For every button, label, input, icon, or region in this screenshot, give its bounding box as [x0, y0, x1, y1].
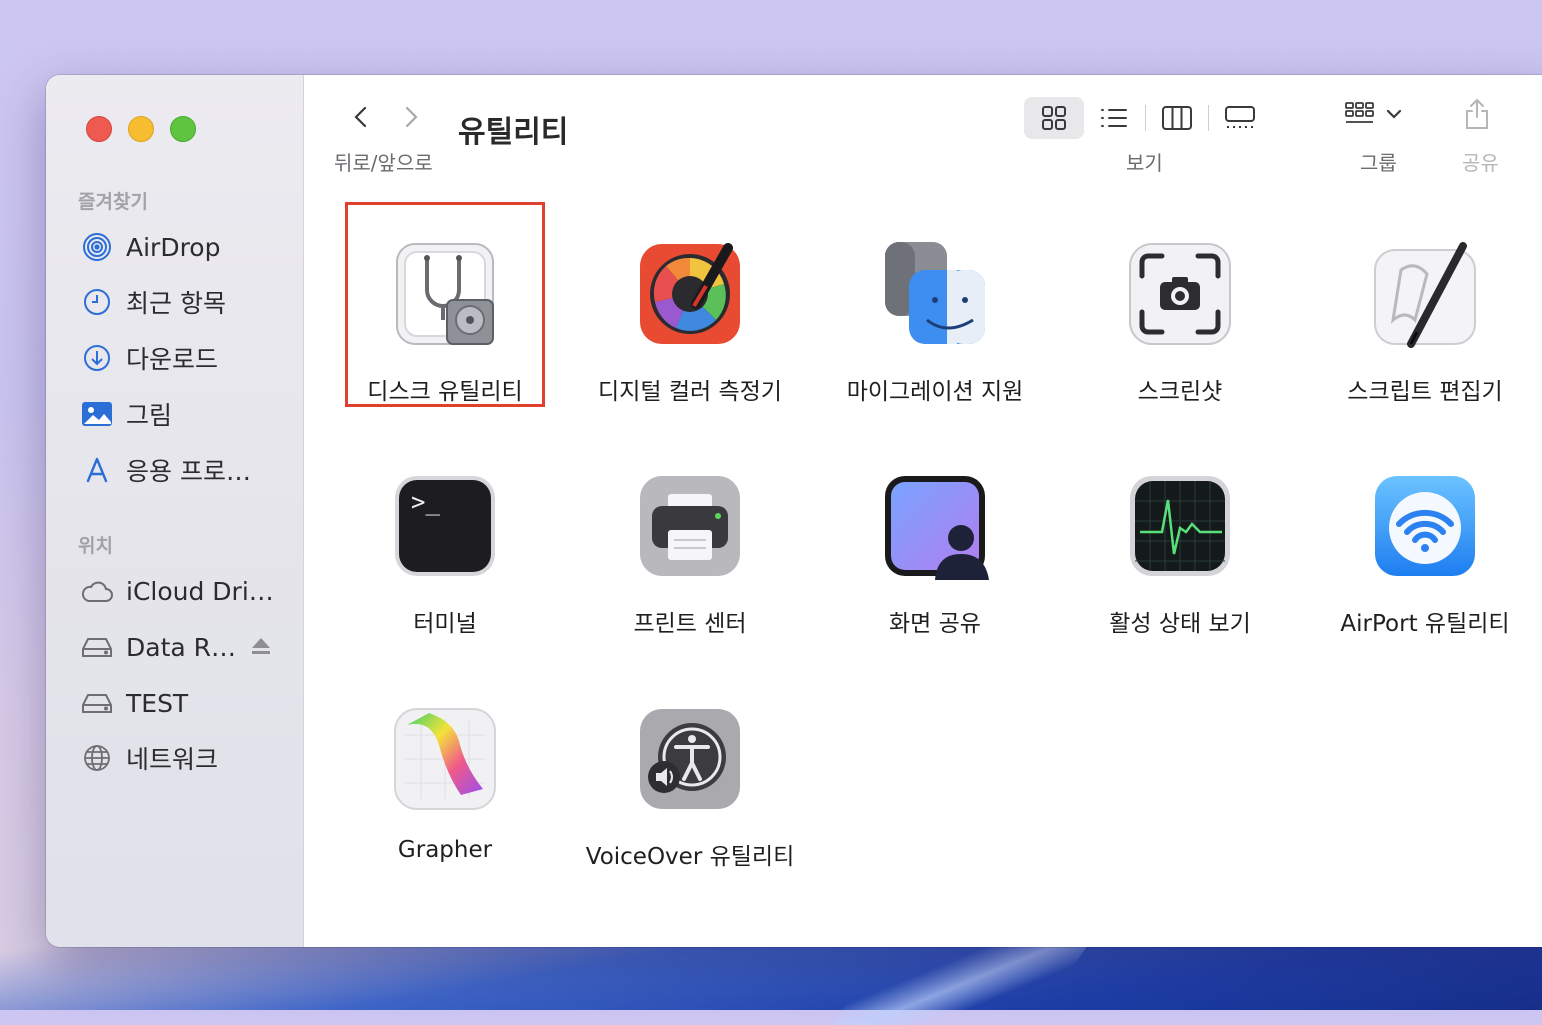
locations-section-title: 위치 — [78, 535, 113, 557]
migration-assistant-icon — [881, 240, 989, 348]
sidebar-item-pictures[interactable]: 그림 — [80, 394, 172, 434]
sidebar-item-applications[interactable]: 응용 프로… — [80, 450, 251, 490]
window-title: 유틸리티 — [458, 115, 569, 150]
digital-color-meter-icon — [636, 240, 744, 348]
share-label: 공유 — [1462, 151, 1499, 175]
sidebar-item-label: iCloud Dri… — [126, 576, 274, 606]
activity-monitor-icon — [1126, 472, 1234, 580]
app-airport-utility[interactable]: AirPort 유틸리티 — [1305, 472, 1542, 638]
sidebar-item-recents[interactable]: 최근 항목 — [80, 282, 226, 322]
disk-utility-icon — [391, 240, 499, 348]
app-label: 디스크 유틸리티 — [367, 379, 523, 405]
voiceover-utility-icon — [636, 705, 744, 813]
drive-icon — [80, 630, 114, 664]
drive-icon — [80, 686, 114, 720]
close-button[interactable] — [86, 116, 112, 142]
app-digital-color-meter[interactable]: 디지털 컬러 측정기 — [570, 240, 810, 406]
cloud-icon — [80, 574, 114, 608]
sidebar-item-label: TEST — [126, 688, 189, 718]
back-button[interactable] — [346, 102, 376, 132]
clock-icon — [80, 285, 114, 319]
app-voiceover-utility[interactable]: VoiceOver 유틸리티 — [570, 705, 810, 871]
script-editor-icon — [1371, 240, 1479, 348]
airdrop-icon — [80, 230, 114, 264]
app-print-center[interactable]: 프린트 센터 — [570, 472, 810, 638]
nav-label: 뒤로/앞으로 — [334, 151, 433, 175]
app-grapher[interactable]: Grapher — [325, 705, 565, 863]
toolbar-divider — [1208, 105, 1209, 131]
share-icon — [1466, 98, 1488, 129]
sidebar-item-test[interactable]: TEST — [80, 683, 188, 723]
app-label: 터미널 — [413, 611, 477, 637]
column-view-button[interactable] — [1147, 97, 1207, 139]
icon-view-button[interactable] — [1024, 97, 1084, 139]
app-screenshot[interactable]: 스크린샷 — [1060, 240, 1300, 406]
share-button[interactable] — [1462, 97, 1492, 135]
view-label: 보기 — [1126, 151, 1163, 175]
sidebar-item-downloads[interactable]: 다운로드 — [80, 338, 218, 378]
sidebar-item-label: AirDrop — [126, 232, 221, 262]
app-label: 디지털 컬러 측정기 — [598, 379, 782, 405]
favorites-section-title: 즐겨찾기 — [78, 191, 148, 213]
sidebar-item-label: 그림 — [126, 401, 173, 430]
network-icon — [80, 741, 114, 775]
sidebar-item-label: Data R… — [126, 632, 237, 662]
app-screen-sharing[interactable]: 화면 공유 — [815, 472, 1055, 638]
chevron-down-icon — [1386, 109, 1402, 119]
app-disk-utility[interactable]: 디스크 유틸리티 — [325, 240, 565, 406]
terminal-icon: >_ — [391, 472, 499, 580]
app-label: 스크린샷 — [1137, 379, 1223, 405]
sidebar-item-label: 네트워크 — [126, 745, 219, 774]
app-label: 마이그레이션 지원 — [846, 379, 1024, 405]
gallery-view-button[interactable] — [1210, 97, 1270, 139]
minimize-button[interactable] — [128, 116, 154, 142]
view-switcher — [1024, 97, 1270, 139]
list-view-button[interactable] — [1084, 97, 1144, 139]
app-label: AirPort 유틸리티 — [1340, 611, 1510, 637]
sidebar-item-data-r[interactable]: Data R… — [80, 627, 272, 667]
sidebar-item-icloud-drive[interactable]: iCloud Dri… — [80, 571, 274, 611]
main-content: 뒤로/앞으로 유틸리티 보기 그룹 공유 디스크 유틸리티 디지털 컬러 측정기… — [304, 75, 1542, 947]
toolbar-divider — [1145, 105, 1146, 131]
photo-icon — [80, 397, 114, 431]
sidebar-item-label: 다운로드 — [126, 345, 219, 374]
app-script-editor[interactable]: 스크립트 편집기 — [1305, 240, 1542, 406]
app-terminal[interactable]: >_ 터미널 — [325, 472, 565, 638]
eject-icon[interactable] — [250, 633, 272, 662]
zoom-button[interactable] — [170, 116, 196, 142]
grapher-icon — [391, 705, 499, 813]
app-label: 활성 상태 보기 — [1109, 611, 1251, 637]
forward-button[interactable] — [396, 102, 426, 132]
app-label: 프린트 센터 — [633, 611, 747, 637]
group-icon — [1345, 102, 1374, 123]
screenshot-icon — [1126, 240, 1234, 348]
window-controls — [86, 116, 196, 142]
svg-text:>_: >_ — [411, 488, 440, 516]
print-center-icon — [636, 472, 744, 580]
sidebar-item-network[interactable]: 네트워크 — [80, 738, 218, 778]
app-migration-assistant[interactable]: 마이그레이션 지원 — [815, 240, 1055, 406]
sidebar-item-label: 최근 항목 — [126, 289, 226, 318]
download-icon — [80, 341, 114, 375]
sidebar: 즐겨찾기 AirDrop 최근 항목 다운로드 그림 응용 프로… 위치 iCl… — [46, 75, 304, 947]
group-button[interactable] — [1344, 101, 1402, 127]
applications-icon — [80, 453, 114, 487]
screen-sharing-icon — [881, 472, 989, 580]
app-activity-monitor[interactable]: 활성 상태 보기 — [1060, 472, 1300, 638]
sidebar-item-label: 응용 프로… — [126, 457, 251, 486]
sidebar-item-airdrop[interactable]: AirDrop — [80, 227, 220, 267]
airport-utility-icon — [1371, 472, 1479, 580]
app-label: VoiceOver 유틸리티 — [585, 844, 795, 870]
group-label: 그룹 — [1360, 151, 1397, 175]
app-label: Grapher — [397, 837, 493, 863]
app-label: 화면 공유 — [889, 611, 981, 637]
finder-window: 즐겨찾기 AirDrop 최근 항목 다운로드 그림 응용 프로… 위치 iCl… — [46, 75, 1542, 947]
app-label: 스크립트 편집기 — [1347, 379, 1503, 405]
